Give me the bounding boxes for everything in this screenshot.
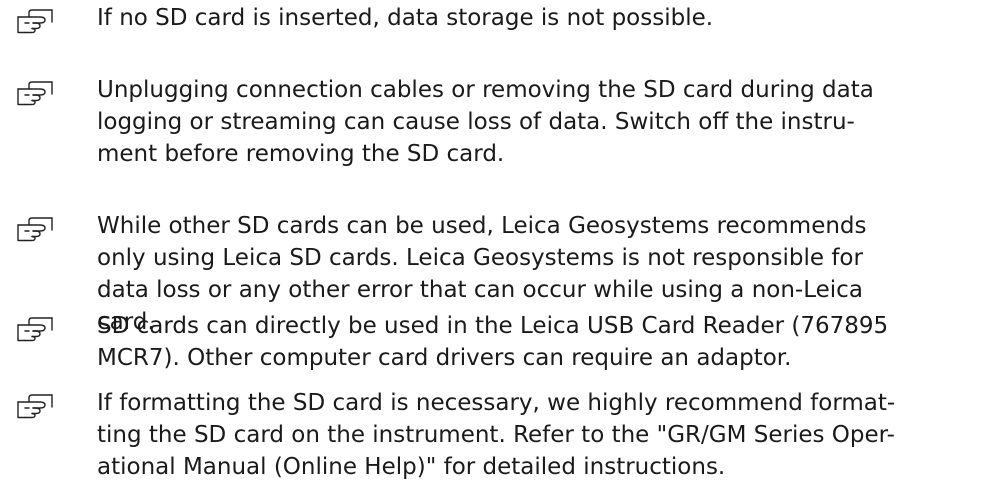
note-text: SD cards can directly be used in the Lei… bbox=[97, 310, 977, 374]
note-line: Unplugging connection cables or removing… bbox=[97, 77, 874, 103]
pointing-hand-icon bbox=[16, 80, 54, 106]
pointing-hand-icon bbox=[16, 8, 54, 34]
note-line: While other SD cards can be used, Leica … bbox=[97, 213, 867, 239]
note-line: If no SD card is inserted, data storage … bbox=[97, 5, 714, 31]
note-line: MCR7). Other computer card drivers can r… bbox=[97, 345, 792, 371]
note-text: If formatting the SD card is necessary, … bbox=[97, 387, 977, 483]
note-line: ment before removing the SD card. bbox=[97, 141, 505, 167]
pointing-hand-icon bbox=[16, 216, 54, 242]
pointing-hand-icon bbox=[16, 393, 54, 419]
note-text: If no SD card is inserted, data storage … bbox=[97, 2, 977, 34]
note-line: SD cards can directly be used in the Lei… bbox=[97, 313, 889, 339]
note-line: ational Manual (Online Help)" for detail… bbox=[97, 454, 726, 480]
note-line: logging or streaming can cause loss of d… bbox=[97, 109, 855, 135]
note-line: only using Leica SD cards. Leica Geosyst… bbox=[97, 245, 863, 271]
note-line: ting the SD card on the instrument. Refe… bbox=[97, 422, 895, 448]
note-line: data loss or any other error that can oc… bbox=[97, 277, 863, 303]
note-text: Unplugging connection cables or removing… bbox=[97, 74, 977, 170]
note-line: If formatting the SD card is necessary, … bbox=[97, 390, 896, 416]
pointing-hand-icon bbox=[16, 316, 54, 342]
